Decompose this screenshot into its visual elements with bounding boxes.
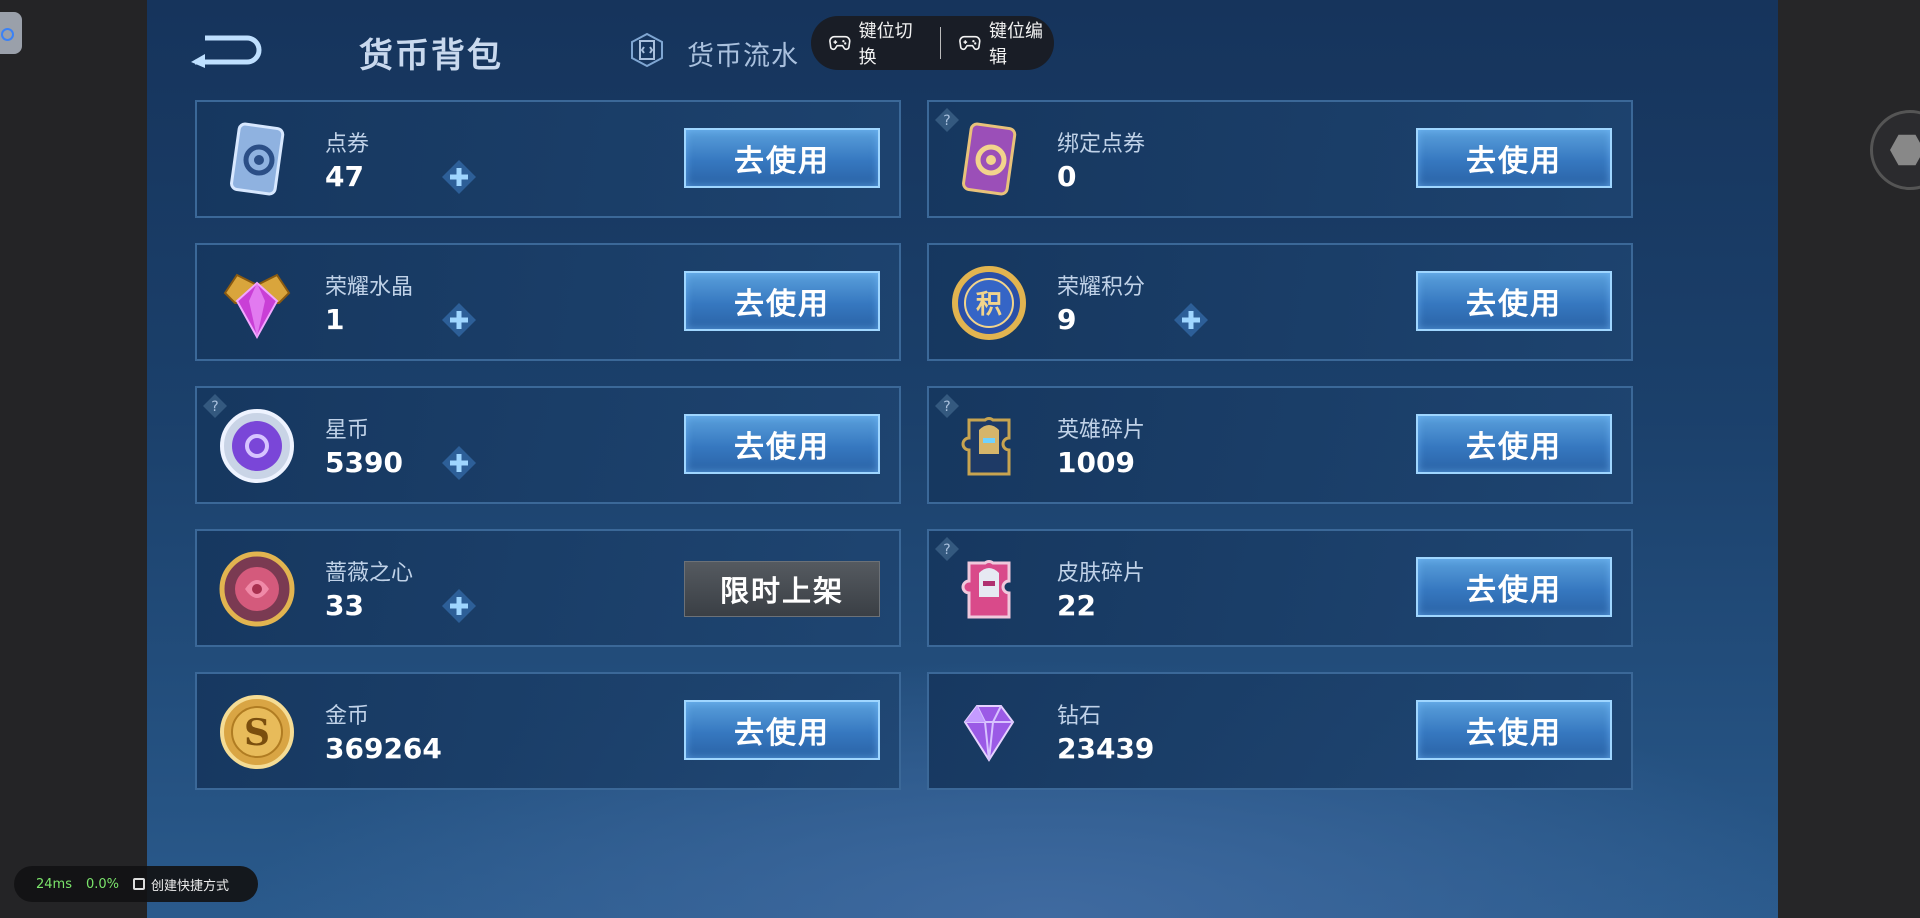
keymap-toolbar: 键位切换 键位编辑: [811, 16, 1054, 70]
use-button[interactable]: 去使用: [1416, 414, 1612, 474]
plus-icon[interactable]: [440, 587, 478, 625]
plus-icon[interactable]: [440, 158, 478, 196]
latency-value: 24ms: [36, 876, 72, 892]
bound-voucher-icon: [962, 122, 1017, 196]
currency-name: 金币: [325, 704, 370, 729]
currency-name: 星币: [325, 418, 370, 443]
currency-amount: 22: [1057, 589, 1096, 622]
diamond-icon: [963, 705, 1015, 762]
game-screen: 货币背包 货币流水 点券 47 去使用 ? 绑定点券 0 去使用 荣耀水晶 1 …: [147, 0, 1778, 918]
currency-amount: 1009: [1057, 446, 1135, 479]
tab-currency-flow[interactable]: 货币流水: [687, 34, 799, 73]
limited-time-button[interactable]: 限时上架: [684, 561, 880, 617]
cpu-value: 0.0%: [85, 876, 120, 892]
currency-card-voucher: 点券 47 去使用: [195, 100, 901, 218]
use-button[interactable]: 去使用: [684, 700, 880, 760]
voucher-icon: [230, 122, 285, 196]
svg-text:S: S: [244, 712, 270, 754]
currency-card-glory-crystal: 荣耀水晶 1 去使用: [195, 243, 901, 361]
use-button[interactable]: 去使用: [1416, 557, 1612, 617]
back-arrow-icon[interactable]: [187, 32, 265, 68]
currency-name: 英雄碎片: [1057, 418, 1146, 443]
gamepad-icon: [829, 35, 851, 51]
plus-icon[interactable]: [1172, 301, 1210, 339]
use-button[interactable]: 去使用: [684, 271, 880, 331]
use-button[interactable]: 去使用: [684, 128, 880, 188]
key-switch-label: 键位切换: [858, 21, 913, 68]
gamepad-icon: [959, 35, 981, 51]
glory-crystal-icon: [223, 273, 291, 340]
status-pill: 24ms 0.0% 创建快捷方式: [14, 866, 258, 902]
star-coin-icon: [220, 409, 294, 483]
currency-amount: 0: [1057, 160, 1077, 193]
currency-amount: 1: [325, 303, 345, 336]
rose-heart-icon: [219, 551, 295, 627]
key-edit-label: 键位编辑: [989, 21, 1044, 68]
skin-fragment-icon: [961, 560, 1011, 619]
glory-points-icon: 积: [952, 266, 1026, 340]
use-button[interactable]: 去使用: [1416, 271, 1612, 331]
use-button[interactable]: 去使用: [684, 414, 880, 474]
svg-text:积: 积: [976, 290, 1002, 320]
key-edit-button[interactable]: 键位编辑: [941, 16, 1054, 70]
currency-name: 蔷薇之心: [325, 561, 414, 586]
currency-card-skin-fragment: ? 皮肤碎片 22 去使用: [927, 529, 1633, 647]
currency-amount: 369264: [325, 732, 442, 765]
currency-name: 皮肤碎片: [1057, 561, 1146, 586]
currency-amount: 5390: [325, 446, 403, 479]
currency-card-rose-heart: 蔷薇之心 33 限时上架: [195, 529, 901, 647]
use-button[interactable]: 去使用: [1416, 128, 1612, 188]
currency-name: 点券: [325, 132, 370, 157]
currency-amount: 9: [1057, 303, 1077, 336]
currency-name: 钻石: [1057, 704, 1102, 729]
currency-amount: 23439: [1057, 732, 1155, 765]
currency-card-bound-voucher: ? 绑定点券 0 去使用: [927, 100, 1633, 218]
currency-card-hero-fragment: ? 英雄碎片 1009 去使用: [927, 386, 1633, 504]
currency-card-glory-points: 积 荣耀积分 9 去使用: [927, 243, 1633, 361]
currency-card-diamond: 钻石 23439 去使用: [927, 672, 1633, 790]
shortcut-icon[interactable]: [133, 878, 146, 890]
plus-icon[interactable]: [440, 444, 478, 482]
currency-card-gold-coin: S 金币 369264 去使用: [195, 672, 901, 790]
hero-fragment-icon: [961, 417, 1011, 476]
create-shortcut-link[interactable]: 创建快捷方式: [151, 875, 229, 894]
app-corner-icon[interactable]: [0, 12, 22, 54]
page-title[interactable]: 货币背包: [359, 28, 503, 77]
currency-amount: 47: [325, 160, 364, 193]
use-button[interactable]: 去使用: [1416, 700, 1612, 760]
currency-name: 绑定点券: [1057, 132, 1146, 157]
currency-card-star-coin: ? 星币 5390 去使用: [195, 386, 901, 504]
key-switch-button[interactable]: 键位切换: [811, 16, 924, 70]
currency-name: 荣耀水晶: [325, 275, 414, 300]
currency-name: 荣耀积分: [1057, 275, 1146, 300]
plus-icon[interactable]: [440, 301, 478, 339]
gold-coin-icon: S: [220, 695, 294, 769]
left-sidebar: [0, 0, 147, 918]
currency-flow-icon: [631, 32, 663, 68]
currency-amount: 33: [325, 589, 364, 622]
